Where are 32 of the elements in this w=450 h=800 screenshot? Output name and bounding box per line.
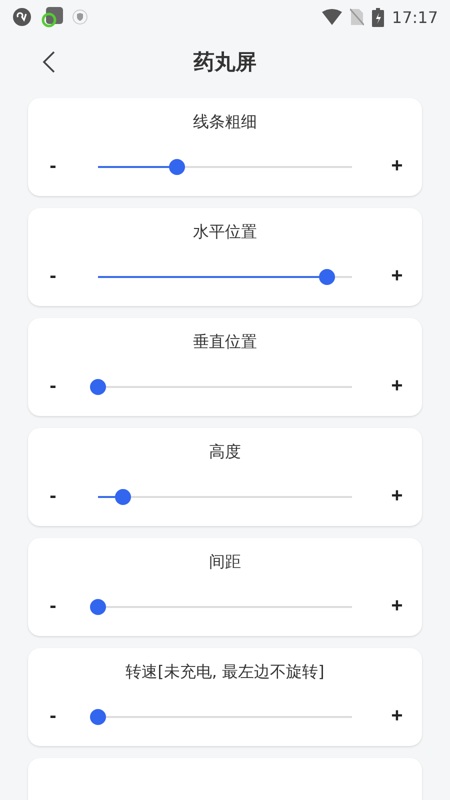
decrease-button[interactable]: - (38, 375, 68, 398)
slider-thumb[interactable] (90, 378, 106, 394)
increase-button[interactable]: + (382, 705, 412, 728)
clock: 17:17 (392, 8, 438, 26)
battery-icon (372, 8, 384, 26)
increase-button[interactable]: + (382, 485, 412, 508)
slider-thumb[interactable] (90, 598, 106, 614)
decrease-button[interactable]: - (38, 265, 68, 288)
slider-thumb[interactable] (115, 488, 132, 504)
increase-button[interactable]: + (382, 265, 412, 288)
slider-label: 间距 (209, 552, 241, 573)
slider-label: 垂直位置 (193, 332, 257, 353)
no-sim-icon (350, 8, 364, 26)
slider-label: 转速[未充电, 最左边不旋转] (126, 662, 324, 683)
shield-icon (72, 9, 88, 25)
decrease-button[interactable]: - (38, 705, 68, 728)
page-title: 药丸屏 (194, 49, 256, 76)
increase-button[interactable]: + (382, 375, 412, 398)
slider-thumb[interactable] (318, 268, 335, 284)
slider-thumb[interactable] (90, 708, 106, 724)
slider-label: 线条粗细 (193, 112, 257, 133)
decrease-button[interactable]: - (38, 485, 68, 508)
slider-label: 水平位置 (193, 222, 257, 243)
app-icon (12, 7, 32, 27)
decrease-button[interactable]: - (38, 155, 68, 178)
slider-thumb[interactable] (168, 158, 185, 174)
slider-label: 高度 (209, 442, 241, 463)
increase-button[interactable]: + (382, 595, 412, 618)
decrease-button[interactable]: - (38, 595, 68, 618)
wifi-icon (322, 9, 342, 25)
app-icon (40, 5, 64, 29)
increase-button[interactable]: + (382, 155, 412, 178)
